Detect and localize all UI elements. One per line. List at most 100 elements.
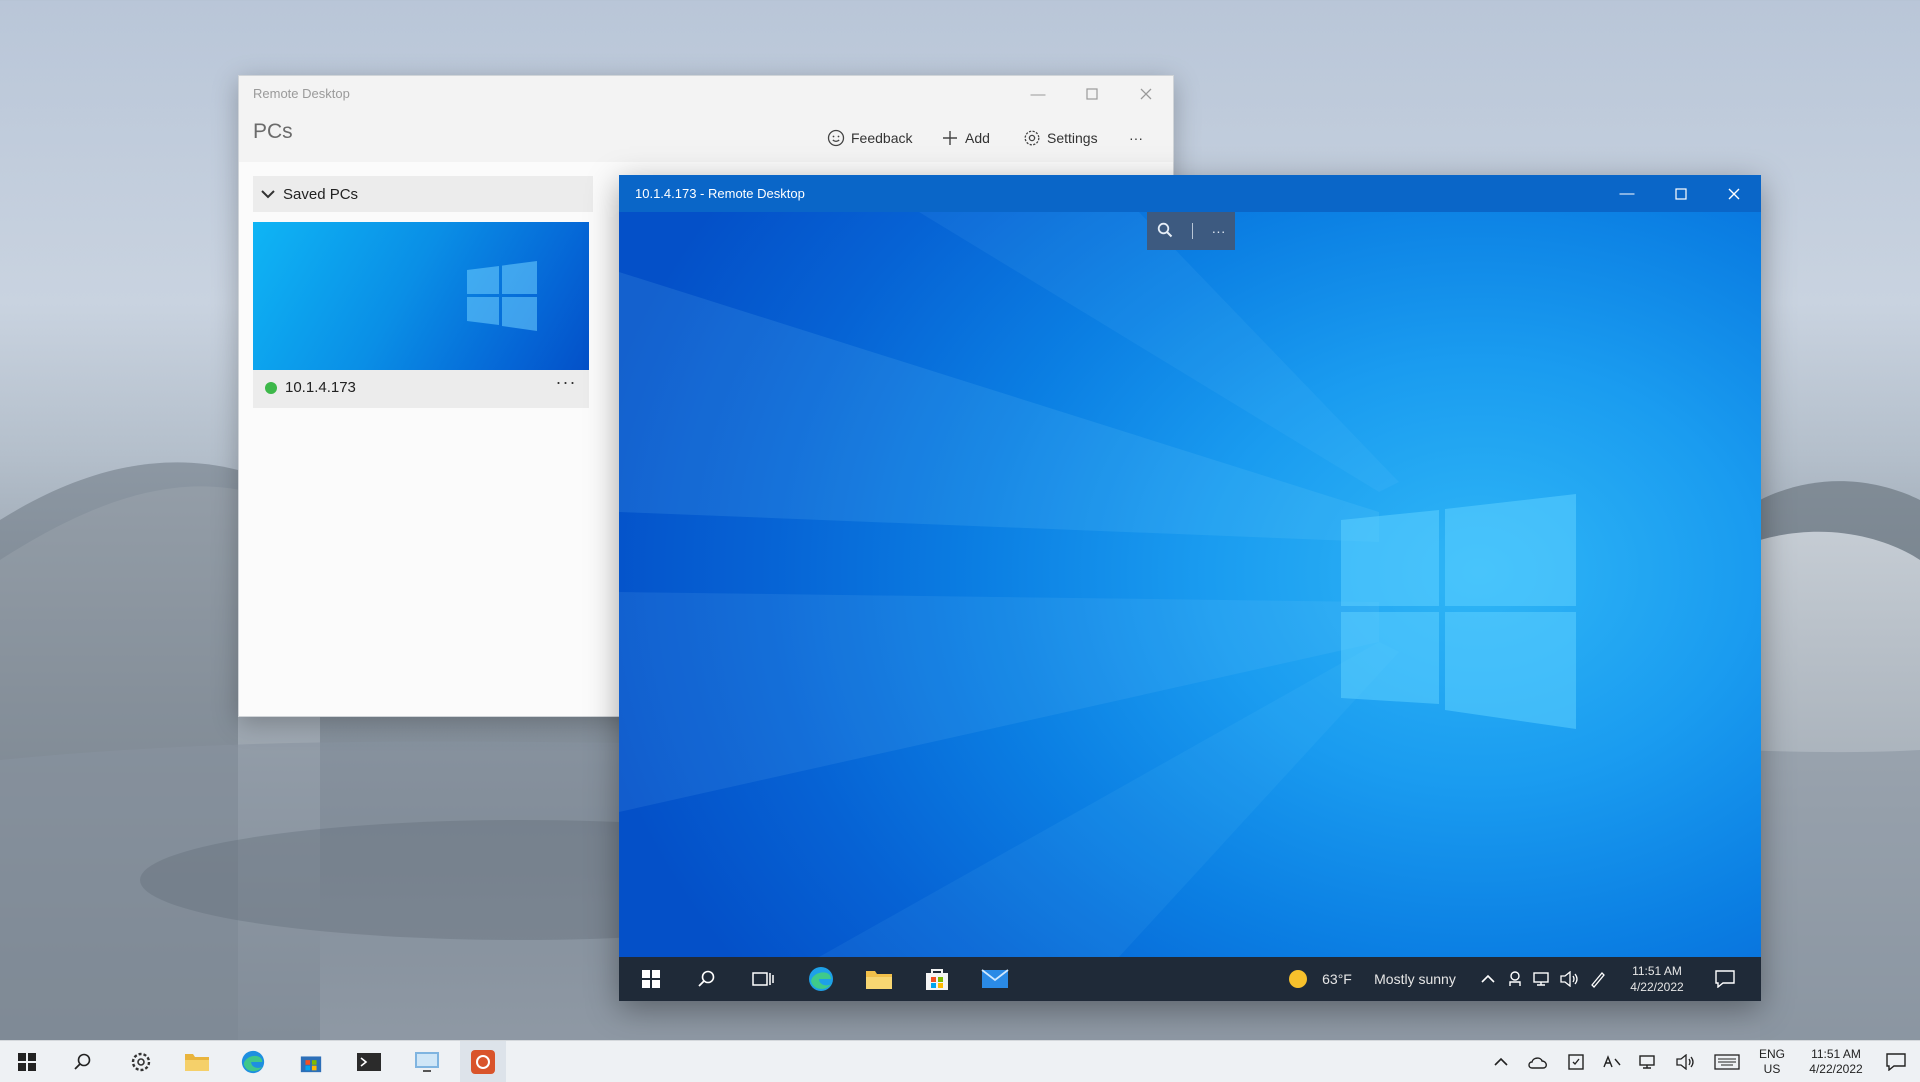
session-close-button[interactable] (1707, 175, 1761, 212)
session-file-explorer-button[interactable] (855, 957, 903, 1001)
search-icon (74, 1053, 91, 1070)
session-mail-button[interactable] (971, 957, 1019, 1001)
session-maximize-button[interactable] (1654, 175, 1708, 212)
session-minimize-button[interactable]: — (1600, 175, 1654, 212)
remote-session-window[interactable]: 10.1.4.173 - Remote Desktop — ··· 63°F M… (619, 175, 1761, 1001)
host-tray-input-button[interactable] (1596, 1041, 1628, 1082)
close-button[interactable] (1119, 76, 1173, 112)
toolbar-more-button[interactable]: ··· (1212, 223, 1226, 239)
pen-icon (1591, 972, 1605, 988)
host-notifications-button[interactable] (1876, 1041, 1916, 1082)
feedback-button[interactable]: Feedback (827, 126, 912, 150)
remote-desktop-app-icon (471, 1049, 495, 1074)
session-tray-volume-button[interactable] (1557, 957, 1583, 1001)
host-file-explorer-button[interactable] (174, 1041, 220, 1082)
session-tray-meet-button[interactable] (1503, 957, 1527, 1001)
session-date: 4/22/2022 (1630, 980, 1684, 994)
host-settings-button[interactable] (118, 1041, 164, 1082)
plus-icon (941, 129, 959, 147)
speaker-icon (1676, 1053, 1694, 1070)
maximize-button[interactable] (1065, 76, 1119, 112)
host-language-indicator[interactable]: ENG US (1752, 1041, 1792, 1082)
wallpaper-light-beams (619, 212, 1399, 957)
host-search-button[interactable] (60, 1041, 106, 1082)
saved-pcs-group-header[interactable]: Saved PCs (253, 176, 593, 212)
host-tray-onedrive-button[interactable] (1522, 1041, 1554, 1082)
host-edge-button[interactable] (230, 1041, 276, 1082)
feedback-label: Feedback (851, 130, 913, 146)
host-clock[interactable]: 11:51 AM 4/22/2022 (1798, 1041, 1874, 1082)
edge-browser-icon (809, 967, 833, 991)
magnifier-icon[interactable] (1157, 222, 1173, 241)
host-remote-desktop-app-button[interactable] (460, 1041, 506, 1082)
remote-desktop-surface[interactable]: ··· (619, 212, 1761, 957)
session-tray-network-button[interactable] (1529, 957, 1555, 1001)
chevron-up-icon (1481, 974, 1495, 983)
speaker-icon (1560, 971, 1578, 987)
cloud-icon (1528, 1056, 1547, 1069)
host-taskbar: ENG US 11:51 AM 4/22/2022 (0, 1040, 1920, 1082)
windows-logo-icon (1341, 494, 1576, 729)
store-bag-icon (300, 1055, 322, 1072)
close-icon (1728, 188, 1740, 199)
keyboard-icon (1714, 1053, 1740, 1070)
session-tray-chevron-button[interactable] (1477, 957, 1499, 1001)
host-tray-security-button[interactable] (1560, 1041, 1592, 1082)
session-title: 10.1.4.173 - Remote Desktop (635, 186, 805, 201)
mail-icon (981, 969, 1009, 988)
windows-start-icon (642, 970, 660, 988)
gear-icon (131, 1052, 151, 1071)
add-button[interactable]: Add (941, 126, 990, 150)
session-notifications-button[interactable] (1705, 957, 1745, 1001)
gear-icon (1023, 129, 1041, 147)
maximize-icon (1675, 187, 1687, 200)
settings-button[interactable]: Settings (1023, 126, 1098, 150)
toolbar-divider (1191, 223, 1193, 239)
session-store-button[interactable] (913, 957, 961, 1001)
host-tray-volume-button[interactable] (1670, 1041, 1702, 1082)
host-tray-network-button[interactable] (1632, 1041, 1664, 1082)
search-icon (698, 970, 715, 987)
minimize-button[interactable]: — (1011, 76, 1065, 112)
notification-icon (1886, 1052, 1906, 1071)
host-tray-keyboard-button[interactable] (1710, 1041, 1744, 1082)
session-titlebar[interactable]: 10.1.4.173 - Remote Desktop — (619, 175, 1761, 212)
session-weather-widget[interactable] (1283, 957, 1313, 1001)
session-search-button[interactable] (685, 957, 729, 1001)
session-start-button[interactable] (629, 957, 673, 1001)
task-view-icon (752, 972, 774, 986)
app-header: PCs Feedback Add Settings ··· (239, 112, 1173, 162)
session-clock[interactable]: 11:51 AM 4/22/2022 (1619, 957, 1695, 1001)
host-rdp-button[interactable] (404, 1041, 450, 1082)
terminal-icon (357, 1052, 381, 1071)
shield-icon (1568, 1053, 1584, 1070)
minimize-icon: — (1030, 85, 1046, 103)
chevron-up-icon (1494, 1057, 1508, 1066)
windows-start-icon (18, 1052, 36, 1071)
pc-more-button[interactable]: ··· (551, 372, 581, 396)
host-tray-chevron-button[interactable] (1486, 1041, 1516, 1082)
minimize-icon: — (1619, 185, 1635, 202)
more-options-button[interactable]: ··· (1129, 126, 1143, 150)
session-task-view-button[interactable] (741, 957, 785, 1001)
weather-description[interactable]: Mostly sunny (1363, 957, 1467, 1001)
host-store-button[interactable] (288, 1041, 334, 1082)
session-taskbar: 63°F Mostly sunny 11:51 AM 4/22/2022 (619, 957, 1761, 1001)
page-title: PCs (253, 120, 293, 143)
session-tray-pen-button[interactable] (1585, 957, 1611, 1001)
session-zoom-toolbar[interactable]: ··· (1147, 212, 1235, 250)
edge-browser-icon (241, 1050, 265, 1073)
saved-pc-tile[interactable]: 10.1.4.173 ··· (253, 222, 589, 408)
region-code: US (1763, 1061, 1781, 1076)
smiley-icon (827, 129, 845, 147)
app-titlebar[interactable]: Remote Desktop — (239, 76, 1173, 112)
host-terminal-button[interactable] (346, 1041, 392, 1082)
folder-icon (866, 971, 892, 989)
sun-icon (1289, 970, 1307, 988)
host-start-button[interactable] (4, 1041, 50, 1082)
session-edge-button[interactable] (797, 957, 845, 1001)
chevron-down-icon (253, 189, 283, 199)
weather-temperature[interactable]: 63°F (1319, 957, 1355, 1001)
language-code: ENG (1758, 1046, 1785, 1061)
pc-thumbnail (253, 222, 589, 370)
